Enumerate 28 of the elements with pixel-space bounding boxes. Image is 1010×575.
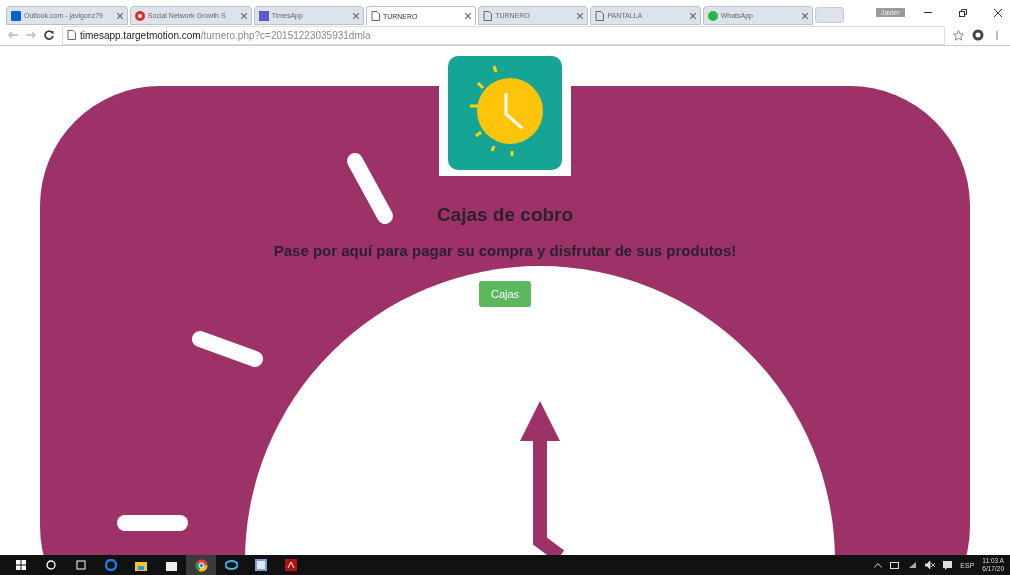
browser-icon[interactable]	[194, 558, 208, 572]
address-field[interactable]: timesapp.targetmotion.com/turnero.php?c=20151223035931dmla	[62, 25, 945, 45]
page-icon	[595, 10, 605, 21]
search-icon[interactable]	[46, 560, 56, 570]
page-icon	[370, 11, 380, 21]
page-icon	[67, 30, 76, 40]
restore-icon[interactable]	[959, 9, 968, 17]
minimize-icon[interactable]	[924, 12, 933, 14]
document-icon[interactable]	[285, 559, 297, 571]
chevron-up-icon[interactable]	[874, 562, 883, 568]
speaker-muted-icon[interactable]	[925, 561, 936, 569]
notification-icon[interactable]	[943, 560, 953, 570]
extension-icon[interactable]	[972, 29, 984, 41]
page-heading: Cajas de cobro	[436, 204, 574, 226]
close-icon[interactable]	[465, 13, 472, 19]
task-view-icon[interactable]	[75, 560, 87, 570]
chat-bubble-icon	[707, 10, 718, 21]
page-message: Pase por aquí para pagar su compra y disfrutar de sus produtos!	[273, 242, 737, 259]
reload-icon[interactable]	[44, 30, 54, 40]
sun-clock-logo-icon	[448, 55, 562, 170]
page-icon	[483, 10, 493, 21]
app-logo-icon	[258, 10, 269, 21]
battery-icon[interactable]	[890, 561, 901, 569]
close-icon[interactable]	[994, 9, 1003, 17]
star-icon[interactable]	[953, 29, 964, 41]
folder-icon[interactable]	[135, 559, 147, 571]
wifi-icon[interactable]	[908, 561, 918, 569]
circle-logo-icon	[134, 10, 145, 21]
